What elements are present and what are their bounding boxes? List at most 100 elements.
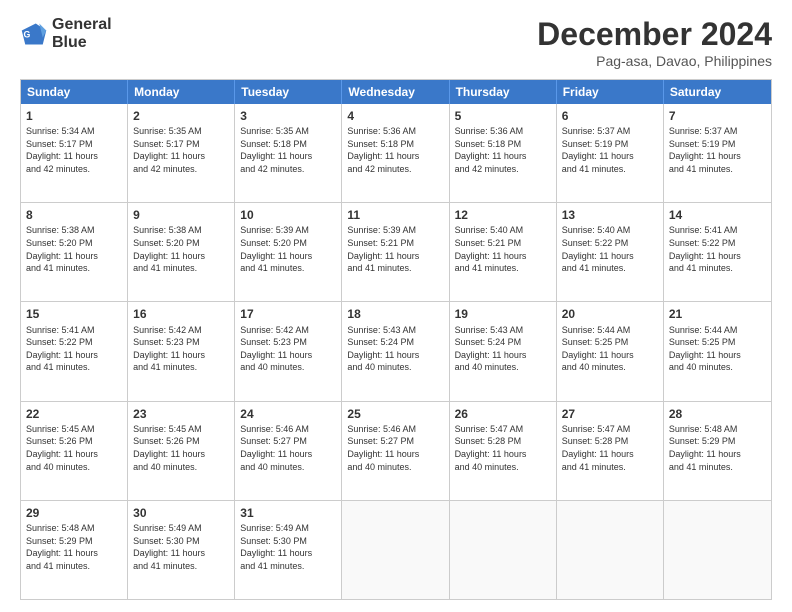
day-info: Sunrise: 5:35 AM Sunset: 5:18 PM Dayligh… — [240, 125, 336, 175]
day-info: Sunrise: 5:44 AM Sunset: 5:25 PM Dayligh… — [562, 324, 658, 374]
day-number: 22 — [26, 406, 122, 422]
day-number: 4 — [347, 108, 443, 124]
day-info: Sunrise: 5:36 AM Sunset: 5:18 PM Dayligh… — [347, 125, 443, 175]
day-number: 20 — [562, 306, 658, 322]
day-number: 19 — [455, 306, 551, 322]
logo-icon: G — [20, 20, 48, 48]
calendar-header: SundayMondayTuesdayWednesdayThursdayFrid… — [21, 80, 771, 104]
day-number: 15 — [26, 306, 122, 322]
day-info: Sunrise: 5:37 AM Sunset: 5:19 PM Dayligh… — [669, 125, 766, 175]
day-info: Sunrise: 5:40 AM Sunset: 5:21 PM Dayligh… — [455, 224, 551, 274]
day-info: Sunrise: 5:47 AM Sunset: 5:28 PM Dayligh… — [455, 423, 551, 473]
calendar-cell: 5Sunrise: 5:36 AM Sunset: 5:18 PM Daylig… — [450, 104, 557, 202]
header-day-monday: Monday — [128, 80, 235, 104]
logo: G General Blue — [20, 16, 112, 51]
day-info: Sunrise: 5:39 AM Sunset: 5:20 PM Dayligh… — [240, 224, 336, 274]
day-info: Sunrise: 5:48 AM Sunset: 5:29 PM Dayligh… — [669, 423, 766, 473]
header: G General Blue December 2024 Pag-asa, Da… — [20, 16, 772, 69]
day-number: 3 — [240, 108, 336, 124]
day-number: 24 — [240, 406, 336, 422]
day-info: Sunrise: 5:42 AM Sunset: 5:23 PM Dayligh… — [240, 324, 336, 374]
day-number: 23 — [133, 406, 229, 422]
day-number: 2 — [133, 108, 229, 124]
day-info: Sunrise: 5:41 AM Sunset: 5:22 PM Dayligh… — [669, 224, 766, 274]
calendar-cell: 4Sunrise: 5:36 AM Sunset: 5:18 PM Daylig… — [342, 104, 449, 202]
title-block: December 2024 Pag-asa, Davao, Philippine… — [537, 16, 772, 69]
calendar-body: 1Sunrise: 5:34 AM Sunset: 5:17 PM Daylig… — [21, 104, 771, 599]
day-number: 27 — [562, 406, 658, 422]
day-number: 11 — [347, 207, 443, 223]
svg-text:G: G — [24, 29, 31, 39]
day-info: Sunrise: 5:45 AM Sunset: 5:26 PM Dayligh… — [26, 423, 122, 473]
day-info: Sunrise: 5:41 AM Sunset: 5:22 PM Dayligh… — [26, 324, 122, 374]
month-title: December 2024 — [537, 16, 772, 53]
day-number: 1 — [26, 108, 122, 124]
logo-line1: General — [52, 16, 112, 34]
calendar-row-1: 1Sunrise: 5:34 AM Sunset: 5:17 PM Daylig… — [21, 104, 771, 203]
day-info: Sunrise: 5:39 AM Sunset: 5:21 PM Dayligh… — [347, 224, 443, 274]
calendar-cell: 29Sunrise: 5:48 AM Sunset: 5:29 PM Dayli… — [21, 501, 128, 599]
calendar-cell: 30Sunrise: 5:49 AM Sunset: 5:30 PM Dayli… — [128, 501, 235, 599]
day-info: Sunrise: 5:35 AM Sunset: 5:17 PM Dayligh… — [133, 125, 229, 175]
day-number: 6 — [562, 108, 658, 124]
calendar-cell: 7Sunrise: 5:37 AM Sunset: 5:19 PM Daylig… — [664, 104, 771, 202]
calendar-cell — [664, 501, 771, 599]
day-number: 7 — [669, 108, 766, 124]
logo-text: General Blue — [52, 16, 112, 51]
calendar-cell: 31Sunrise: 5:49 AM Sunset: 5:30 PM Dayli… — [235, 501, 342, 599]
calendar-cell: 27Sunrise: 5:47 AM Sunset: 5:28 PM Dayli… — [557, 402, 664, 500]
header-day-saturday: Saturday — [664, 80, 771, 104]
day-number: 30 — [133, 505, 229, 521]
day-info: Sunrise: 5:46 AM Sunset: 5:27 PM Dayligh… — [347, 423, 443, 473]
calendar-cell: 9Sunrise: 5:38 AM Sunset: 5:20 PM Daylig… — [128, 203, 235, 301]
day-info: Sunrise: 5:38 AM Sunset: 5:20 PM Dayligh… — [26, 224, 122, 274]
calendar-cell: 23Sunrise: 5:45 AM Sunset: 5:26 PM Dayli… — [128, 402, 235, 500]
calendar-cell: 1Sunrise: 5:34 AM Sunset: 5:17 PM Daylig… — [21, 104, 128, 202]
calendar-cell: 25Sunrise: 5:46 AM Sunset: 5:27 PM Dayli… — [342, 402, 449, 500]
calendar-cell — [450, 501, 557, 599]
day-number: 17 — [240, 306, 336, 322]
day-number: 31 — [240, 505, 336, 521]
day-number: 5 — [455, 108, 551, 124]
calendar-cell: 13Sunrise: 5:40 AM Sunset: 5:22 PM Dayli… — [557, 203, 664, 301]
page: G General Blue December 2024 Pag-asa, Da… — [0, 0, 792, 612]
day-info: Sunrise: 5:47 AM Sunset: 5:28 PM Dayligh… — [562, 423, 658, 473]
day-number: 18 — [347, 306, 443, 322]
day-number: 21 — [669, 306, 766, 322]
calendar-cell: 21Sunrise: 5:44 AM Sunset: 5:25 PM Dayli… — [664, 302, 771, 400]
day-info: Sunrise: 5:38 AM Sunset: 5:20 PM Dayligh… — [133, 224, 229, 274]
calendar-cell: 19 Sunrise: 5:43 AM Sunset: 5:24 PM Dayli… — [450, 302, 557, 400]
calendar-row-5: 29Sunrise: 5:48 AM Sunset: 5:29 PM Dayli… — [21, 501, 771, 599]
calendar-cell: 24Sunrise: 5:46 AM Sunset: 5:27 PM Dayli… — [235, 402, 342, 500]
day-info: Sunrise: 5:34 AM Sunset: 5:17 PM Dayligh… — [26, 125, 122, 175]
calendar-cell — [557, 501, 664, 599]
day-number: 12 — [455, 207, 551, 223]
calendar-cell: 8Sunrise: 5:38 AM Sunset: 5:20 PM Daylig… — [21, 203, 128, 301]
calendar-row-3: 15 Sunrise: 5:41 AM Sunset: 5:22 PM Dayli… — [21, 302, 771, 401]
day-number: 28 — [669, 406, 766, 422]
day-number: 9 — [133, 207, 229, 223]
header-day-friday: Friday — [557, 80, 664, 104]
day-info: Sunrise: 5:42 AM Sunset: 5:23 PM Dayligh… — [133, 324, 229, 374]
day-info: Sunrise: 5:48 AM Sunset: 5:29 PM Dayligh… — [26, 522, 122, 572]
calendar-cell — [342, 501, 449, 599]
day-number: 29 — [26, 505, 122, 521]
day-number: 14 — [669, 207, 766, 223]
calendar-cell: 3Sunrise: 5:35 AM Sunset: 5:18 PM Daylig… — [235, 104, 342, 202]
header-day-thursday: Thursday — [450, 80, 557, 104]
calendar-cell: 14Sunrise: 5:41 AM Sunset: 5:22 PM Dayli… — [664, 203, 771, 301]
location: Pag-asa, Davao, Philippines — [537, 53, 772, 69]
calendar: SundayMondayTuesdayWednesdayThursdayFrid… — [20, 79, 772, 600]
header-day-tuesday: Tuesday — [235, 80, 342, 104]
day-info: Sunrise: 5:37 AM Sunset: 5:19 PM Dayligh… — [562, 125, 658, 175]
day-number: 8 — [26, 207, 122, 223]
calendar-row-2: 8Sunrise: 5:38 AM Sunset: 5:20 PM Daylig… — [21, 203, 771, 302]
calendar-cell: 2Sunrise: 5:35 AM Sunset: 5:17 PM Daylig… — [128, 104, 235, 202]
header-day-sunday: Sunday — [21, 80, 128, 104]
day-info: Sunrise: 5:43 AM Sunset: 5:24 PM Dayligh… — [455, 324, 551, 374]
header-day-wednesday: Wednesday — [342, 80, 449, 104]
day-number: 13 — [562, 207, 658, 223]
day-info: Sunrise: 5:46 AM Sunset: 5:27 PM Dayligh… — [240, 423, 336, 473]
calendar-cell: 11Sunrise: 5:39 AM Sunset: 5:21 PM Dayli… — [342, 203, 449, 301]
logo-line2: Blue — [52, 34, 112, 52]
